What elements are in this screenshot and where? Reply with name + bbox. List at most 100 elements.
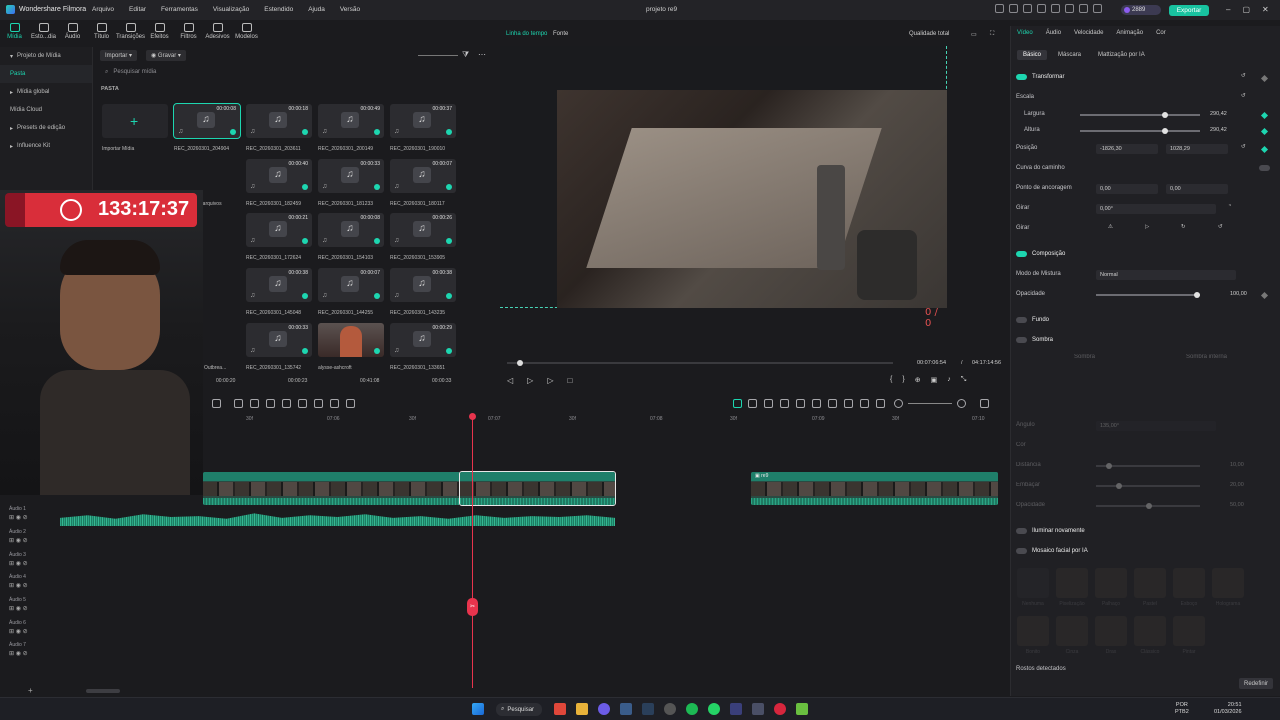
anchor-x-input[interactable]: 0,00 <box>1096 184 1158 194</box>
position-x-input[interactable]: -1826,30 <box>1096 144 1158 154</box>
save-icon[interactable] <box>1065 4 1074 13</box>
media-item[interactable]: ♫ 00:00:38 ♫ <box>390 268 456 302</box>
zoom-slider[interactable] <box>908 403 952 404</box>
expand-icon[interactable]: ⤡ <box>961 376 967 384</box>
mask-icon[interactable] <box>282 399 291 408</box>
shadow-opacity-slider[interactable] <box>1096 503 1200 509</box>
transform-icon[interactable] <box>250 399 259 408</box>
face-preset[interactable] <box>1095 616 1127 646</box>
play-pause-icon[interactable]: ▷ <box>527 376 533 385</box>
app-icon[interactable] <box>796 703 808 715</box>
media-item[interactable]: ♫ 00:00:07 ♫ <box>390 159 456 193</box>
keyframe-icon[interactable] <box>1260 74 1269 83</box>
brave-icon[interactable] <box>554 703 566 715</box>
face-mosaic-toggle[interactable] <box>1016 548 1027 554</box>
reset-icon[interactable]: ↺ <box>1241 93 1246 99</box>
width-slider[interactable] <box>1080 112 1200 118</box>
add-track-icon[interactable]: + <box>28 686 33 695</box>
media-item[interactable]: ♫ 00:00:40 ♫ <box>246 159 312 193</box>
angle-input[interactable]: 135,00° <box>1096 421 1216 431</box>
position-y-input[interactable]: 1028,29 <box>1166 144 1228 154</box>
media-item[interactable]: ♫ 00:00:18 ♫ <box>246 104 312 138</box>
search-input[interactable]: Pesquisar mídia <box>113 69 156 75</box>
tab-source[interactable]: Fonte <box>553 31 568 37</box>
import-media-card[interactable]: + <box>102 104 168 138</box>
face-preset[interactable] <box>1212 568 1244 598</box>
rotate-cw-icon[interactable]: ↻ <box>1181 224 1186 230</box>
preview-scrubber[interactable] <box>507 360 893 366</box>
sidebar-item-edit-presets[interactable]: ▸ Presets de edição <box>0 119 92 137</box>
sidebar-item-folder[interactable]: Pasta <box>0 65 92 83</box>
tool-title[interactable]: Título <box>87 20 116 46</box>
playhead[interactable] <box>472 414 473 688</box>
shadow-tab[interactable]: Sombra <box>1074 354 1095 360</box>
track-controls-icon[interactable]: ⊞ ◉ ⊘ <box>9 537 28 544</box>
discord-icon[interactable] <box>598 703 610 715</box>
slider-knob[interactable] <box>1162 128 1168 134</box>
blur-value[interactable]: 20,00 <box>1230 482 1244 488</box>
width-value[interactable]: 290,42 <box>1210 111 1227 117</box>
grid-layout-icon[interactable] <box>980 399 989 408</box>
preview-viewer[interactable]: 0 / 0 <box>500 46 947 329</box>
flip-horizontal-icon[interactable]: ⚠ <box>1108 224 1113 230</box>
import-button[interactable]: Importar ▾ <box>100 50 138 61</box>
face-preset[interactable] <box>1095 568 1127 598</box>
opacity-value[interactable]: 100,00 <box>1230 291 1247 297</box>
app-icon[interactable] <box>774 703 786 715</box>
sidebar-item-cloud-media[interactable]: Mídia Cloud <box>0 101 92 119</box>
maximize-icon[interactable]: ▢ <box>1242 5 1250 14</box>
media-search[interactable]: ⌕ Pesquisar mídia <box>100 66 490 78</box>
equalizer-icon[interactable] <box>844 399 853 408</box>
media-item[interactable]: ♫ 00:00:37 ♫ <box>390 104 456 138</box>
filmora-icon[interactable] <box>642 703 654 715</box>
keyframe-icon[interactable] <box>1260 127 1269 136</box>
language-indicator[interactable]: POR PTB2 <box>1175 702 1189 716</box>
transform-toggle[interactable] <box>1016 74 1027 80</box>
tool-transitions[interactable]: Transições <box>116 20 145 46</box>
anchor-y-input[interactable]: 0,00 <box>1166 184 1228 194</box>
obs-icon[interactable] <box>664 703 676 715</box>
minimize-icon[interactable]: – <box>1226 5 1230 14</box>
tool-media[interactable]: Mídia <box>0 20 29 46</box>
face-preset[interactable] <box>1017 568 1049 598</box>
tab-animation[interactable]: Animação <box>1116 30 1143 36</box>
subtab-mask[interactable]: Máscara <box>1052 50 1087 60</box>
flip-vertical-icon[interactable]: ▷ <box>1145 224 1149 230</box>
tab-video[interactable]: Vídeo <box>1017 30 1033 36</box>
timeline-hscroll[interactable] <box>86 689 120 693</box>
delete-icon[interactable] <box>314 399 323 408</box>
keyframe-icon[interactable] <box>1260 111 1269 120</box>
tab-timeline[interactable]: Linha do tempo <box>506 31 547 37</box>
windows-start-icon[interactable] <box>472 703 484 715</box>
camera-icon[interactable]: ▣ <box>931 376 938 384</box>
system-clock[interactable]: 20:51 01/03/2026 <box>1214 702 1242 716</box>
face-preset[interactable] <box>1056 568 1088 598</box>
gift-icon[interactable] <box>995 4 1004 13</box>
tool-templates[interactable]: Modelos <box>232 20 261 46</box>
face-preset[interactable] <box>1134 568 1166 598</box>
zoom-out-icon[interactable] <box>894 399 903 408</box>
tool-stock-media[interactable]: Esto...dia <box>29 20 58 46</box>
layout-icon[interactable] <box>1051 4 1060 13</box>
background-toggle[interactable] <box>1016 317 1027 323</box>
media-item[interactable]: ♫ 00:00:08 ♫ <box>318 213 384 247</box>
app-icon[interactable] <box>730 703 742 715</box>
playhead-handle[interactable] <box>469 413 476 420</box>
search-icon[interactable] <box>330 399 339 408</box>
more-icon[interactable]: ⋯ <box>478 50 486 59</box>
media-item[interactable]: ♫ 00:00:33 ♫ <box>246 323 312 357</box>
face-preset[interactable] <box>1173 616 1205 646</box>
zoom-in-icon[interactable] <box>957 399 966 408</box>
track-controls-icon[interactable]: ⊞ ◉ ⊘ <box>9 582 28 589</box>
media-item[interactable]: ♫ 00:00:38 ♫ <box>246 268 312 302</box>
tab-audio[interactable]: Áudio <box>1046 30 1061 36</box>
tool-audio[interactable]: Áudio <box>58 20 87 46</box>
media-item[interactable]: ♫ 00:00:33 ♫ <box>318 159 384 193</box>
sidebar-item-project-media[interactable]: ▾ Projeto de Mídia <box>0 47 92 65</box>
prev-frame-icon[interactable]: ◁ <box>507 376 513 385</box>
blur-slider[interactable] <box>1096 483 1200 489</box>
relight-toggle[interactable] <box>1016 528 1027 534</box>
whatsapp-icon[interactable] <box>708 703 720 715</box>
slider-knob[interactable] <box>1106 463 1112 469</box>
slider-knob[interactable] <box>1194 292 1200 298</box>
